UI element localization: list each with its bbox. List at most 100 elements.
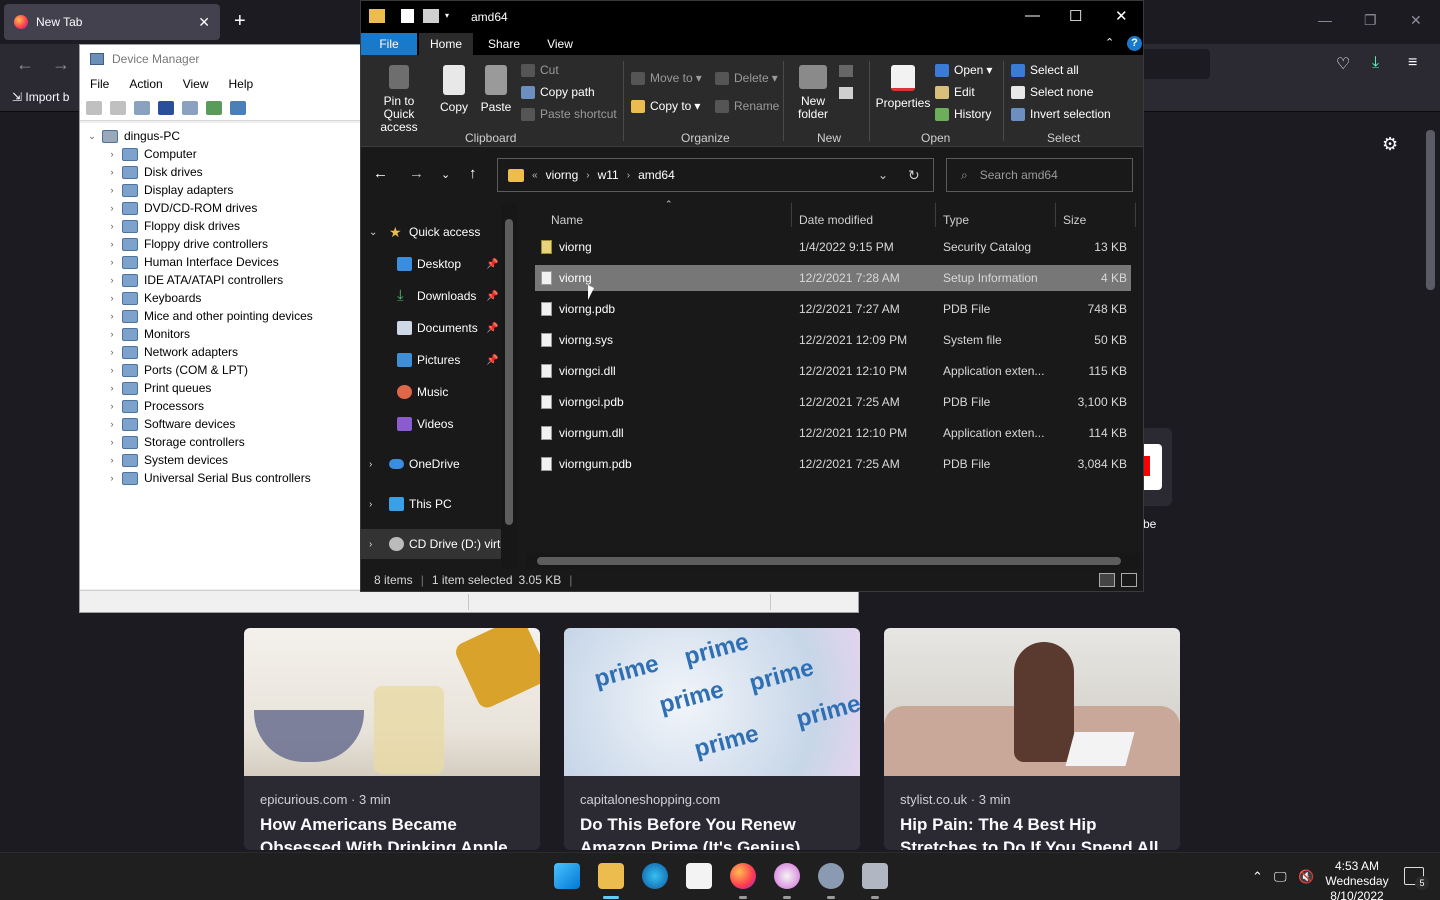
nav-pictures[interactable]: Pictures 📌 <box>361 345 517 375</box>
scrollbar-thumb[interactable] <box>537 557 1121 565</box>
forward-icon[interactable]: → <box>52 54 70 75</box>
new-folder-quick-icon[interactable] <box>423 9 439 23</box>
minimize-icon[interactable]: — <box>1318 12 1332 28</box>
nav-onedrive[interactable]: › OneDrive <box>361 449 517 479</box>
rename-button[interactable]: Rename <box>715 99 779 113</box>
help-icon[interactable]: ? <box>1127 36 1142 51</box>
menu-view[interactable]: View <box>183 77 209 91</box>
device-category[interactable]: › DVD/CD-ROM drives <box>80 199 360 217</box>
file-list-horizontal-scrollbar[interactable] <box>525 553 1143 569</box>
refresh-icon[interactable]: ↻ <box>908 167 920 184</box>
paint-icon[interactable] <box>774 863 800 889</box>
easy-access-icon[interactable] <box>839 87 853 99</box>
collapsed-chevron-icon[interactable]: › <box>106 437 118 447</box>
collapse-ribbon-icon[interactable]: ⌃ <box>1105 36 1114 49</box>
collapsed-chevron-icon[interactable]: › <box>106 167 118 177</box>
column-header-date[interactable]: Date modified <box>799 209 873 231</box>
download-icon[interactable]: ⤓ <box>1372 54 1379 72</box>
device-tree[interactable]: ⌄ dingus-PC › Computer › Disk drives › Display … <box>80 123 360 589</box>
invert-selection-button[interactable]: Invert selection <box>1011 107 1111 121</box>
device-category[interactable]: › Software devices <box>80 415 360 433</box>
copy-to-button[interactable]: Copy to ▾ <box>631 99 700 113</box>
select-none-button[interactable]: Select none <box>1011 85 1093 99</box>
select-all-button[interactable]: Select all <box>1011 63 1079 77</box>
file-row[interactable]: viorngum.pdb 12/2/2021 7:25 AM PDB File 3,0… <box>535 451 1131 477</box>
firefox-taskbar-icon[interactable] <box>730 863 756 889</box>
new-tab-plus-icon[interactable]: + <box>234 10 246 33</box>
file-row[interactable]: viorng 12/2/2021 7:28 AM Setup Information… <box>535 265 1131 291</box>
device-category[interactable]: › Floppy drive controllers <box>80 235 360 253</box>
copy-path-button[interactable]: Copy path <box>521 85 595 99</box>
file-row[interactable]: viorngci.dll 12/2/2021 12:10 PM Applicatio… <box>535 358 1131 384</box>
menu-icon[interactable]: ≡ <box>1408 54 1417 72</box>
breadcrumb-w11[interactable]: w11 <box>598 168 619 182</box>
story-card[interactable]: prime prime prime prime prime prime capi… <box>564 628 860 850</box>
breadcrumb-amd64[interactable]: amd64 <box>638 168 675 182</box>
collapsed-chevron-icon[interactable]: › <box>106 365 118 375</box>
scrollbar-thumb[interactable] <box>1426 130 1435 290</box>
search-box[interactable]: ⌕ Search amd64 <box>946 158 1133 192</box>
story-card[interactable]: epicurious.com · 3 min How Americans Bec… <box>244 628 540 850</box>
file-row[interactable]: viorng.sys 12/2/2021 12:09 PM System file 5… <box>535 327 1131 353</box>
nav-documents[interactable]: Documents 📌 <box>361 313 517 343</box>
column-header-size[interactable]: Size <box>1063 209 1086 231</box>
device-category[interactable]: › Keyboards <box>80 289 360 307</box>
file-explorer-icon[interactable] <box>598 863 624 889</box>
move-to-button[interactable]: Move to ▾ <box>631 71 702 85</box>
forward-arrow-icon[interactable]: → <box>409 165 424 182</box>
pocket-icon[interactable]: ♡ <box>1336 54 1350 74</box>
restore-icon[interactable]: ❐ <box>1364 12 1377 29</box>
file-row[interactable]: viorngum.dll 12/2/2021 12:10 PM Applicatio… <box>535 420 1131 446</box>
open-button[interactable]: Open ▾ <box>935 63 992 77</box>
collapsed-chevron-icon[interactable]: › <box>106 185 118 195</box>
device-category[interactable]: › Network adapters <box>80 343 360 361</box>
forward-icon[interactable] <box>110 100 126 115</box>
show-hidden-icons-icon[interactable]: ⌃ <box>1252 869 1263 885</box>
tab-home[interactable]: Home <box>419 33 473 55</box>
device-category[interactable]: › Floppy disk drives <box>80 217 360 235</box>
nav-videos[interactable]: Videos <box>361 409 517 439</box>
paste-button[interactable]: Paste <box>479 65 513 114</box>
tree-root-computer[interactable]: ⌄ dingus-PC <box>80 127 360 145</box>
nav-quick-access[interactable]: ⌄ ★ Quick access <box>361 217 517 247</box>
close-window-icon[interactable]: ✕ <box>1410 12 1422 29</box>
column-header-name[interactable]: Name <box>551 209 583 231</box>
menu-help[interactable]: Help <box>229 77 254 91</box>
collapsed-chevron-icon[interactable]: › <box>106 203 118 213</box>
url-bar[interactable] <box>1140 49 1210 79</box>
settings-gear-icon[interactable]: ⚙ <box>1382 134 1398 155</box>
history-button[interactable]: History <box>935 107 991 121</box>
collapsed-chevron-icon[interactable]: › <box>106 293 118 303</box>
breadcrumb-viorng[interactable]: viorng <box>546 168 579 182</box>
import-bookmarks-link[interactable]: ⇲ Import b <box>12 90 78 104</box>
collapsed-chevron-icon[interactable]: › <box>106 311 118 321</box>
nav-downloads[interactable]: ⤓ Downloads 📌 <box>361 281 517 311</box>
properties-button[interactable]: Properties <box>875 65 931 110</box>
collapsed-chevron-icon[interactable]: › <box>106 221 118 231</box>
device-category[interactable]: › Monitors <box>80 325 360 343</box>
device-category[interactable]: › System devices <box>80 451 360 469</box>
back-icon[interactable] <box>86 100 102 115</box>
collapsed-chevron-icon[interactable]: › <box>106 329 118 339</box>
details-view-icon[interactable] <box>1099 573 1115 587</box>
collapsed-chevron-icon[interactable]: › <box>106 275 118 285</box>
nav-music[interactable]: Music <box>361 377 517 407</box>
device-category[interactable]: › Print queues <box>80 379 360 397</box>
back-arrow-icon[interactable]: ← <box>373 165 388 182</box>
view-icon[interactable] <box>182 100 198 115</box>
expanded-chevron-icon[interactable]: ⌄ <box>86 131 98 142</box>
device-category[interactable]: › Computer <box>80 145 360 163</box>
cut-button[interactable]: Cut <box>521 63 559 77</box>
monitor-icon[interactable] <box>230 100 246 115</box>
collapsed-chevron-icon[interactable]: › <box>106 383 118 393</box>
up-arrow-icon[interactable]: ↑ <box>469 165 477 182</box>
back-icon[interactable]: ← <box>16 54 34 75</box>
recent-locations-icon[interactable]: ⌄ <box>441 168 450 181</box>
collapsed-chevron-icon[interactable]: › <box>369 499 372 510</box>
start-windows-icon[interactable] <box>554 863 580 889</box>
breadcrumb-separator-icon[interactable]: › <box>627 170 630 181</box>
close-tab-icon[interactable]: ✕ <box>198 14 210 31</box>
notifications-icon[interactable]: 5 <box>1404 867 1429 890</box>
volume-muted-icon[interactable]: 🔇 <box>1298 869 1314 885</box>
overflow-chevron[interactable]: « <box>532 170 538 181</box>
